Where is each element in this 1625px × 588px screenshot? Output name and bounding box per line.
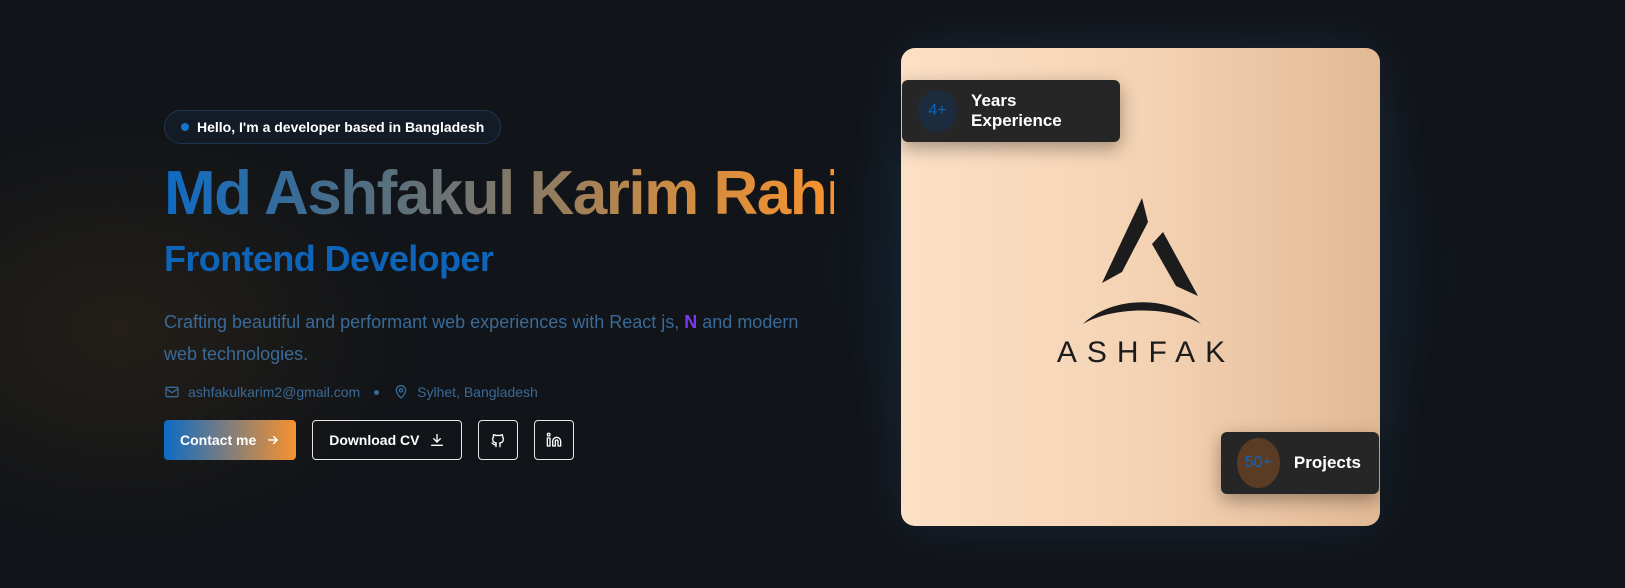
hero-intro: Hello, I'm a developer based in Banglade… [164, 110, 864, 460]
download-cv-button[interactable]: Download CV [312, 420, 463, 460]
intro-badge: Hello, I'm a developer based in Banglade… [164, 110, 502, 144]
location-text: Sylhet, Bangladesh [417, 384, 538, 400]
tagline-highlight: N [684, 312, 698, 332]
download-icon [429, 432, 445, 448]
logo-text: ASHFAK [1056, 336, 1236, 369]
profile-card: ASHFAK 4+ Years Experience 50+ Projects [901, 48, 1380, 526]
tagline-text-start: Crafting beautiful and performant web ex… [164, 312, 685, 332]
intro-badge-text: Hello, I'm a developer based in Banglade… [197, 119, 485, 135]
experience-stat: 4+ Years Experience [902, 80, 1120, 142]
contact-me-button[interactable]: Contact me [164, 420, 297, 460]
location-item: Sylhet, Bangladesh [393, 384, 538, 400]
linkedin-button[interactable] [534, 420, 575, 460]
contact-meta: ashfakulkarim2@gmail.com Sylhet, Banglad… [164, 384, 864, 400]
experience-stat-label: Years Experience [971, 91, 1062, 130]
hero-section: Hello, I'm a developer based in Banglade… [0, 0, 1625, 588]
hero-name: Md Ashfakul Karim Rahi [164, 159, 843, 228]
projects-stat-number: 50+ [1237, 438, 1280, 488]
email-text: ashfakulkarim2@gmail.com [188, 384, 361, 400]
meta-separator [374, 389, 380, 395]
contact-me-label: Contact me [180, 432, 257, 448]
hero-role: Frontend Developer [164, 238, 494, 279]
github-button[interactable] [478, 420, 519, 460]
status-dot-icon [181, 123, 189, 131]
arrow-right-icon [266, 433, 280, 447]
experience-stat-number: 4+ [918, 90, 958, 132]
projects-stat: 50+ Projects [1221, 432, 1379, 494]
github-icon [490, 432, 506, 448]
linkedin-icon [546, 432, 562, 448]
hero-tagline: Crafting beautiful and performant web ex… [164, 306, 804, 370]
ashfak-logo: ASHFAK [1041, 198, 1241, 369]
projects-stat-label: Projects [1293, 453, 1361, 472]
hero-actions: Contact me Download CV [164, 420, 864, 460]
mail-icon [164, 384, 180, 400]
email-item[interactable]: ashfakulkarim2@gmail.com [164, 384, 360, 400]
download-cv-label: Download CV [329, 432, 420, 448]
map-pin-icon [393, 384, 409, 400]
logo-mark-icon [1083, 198, 1201, 324]
